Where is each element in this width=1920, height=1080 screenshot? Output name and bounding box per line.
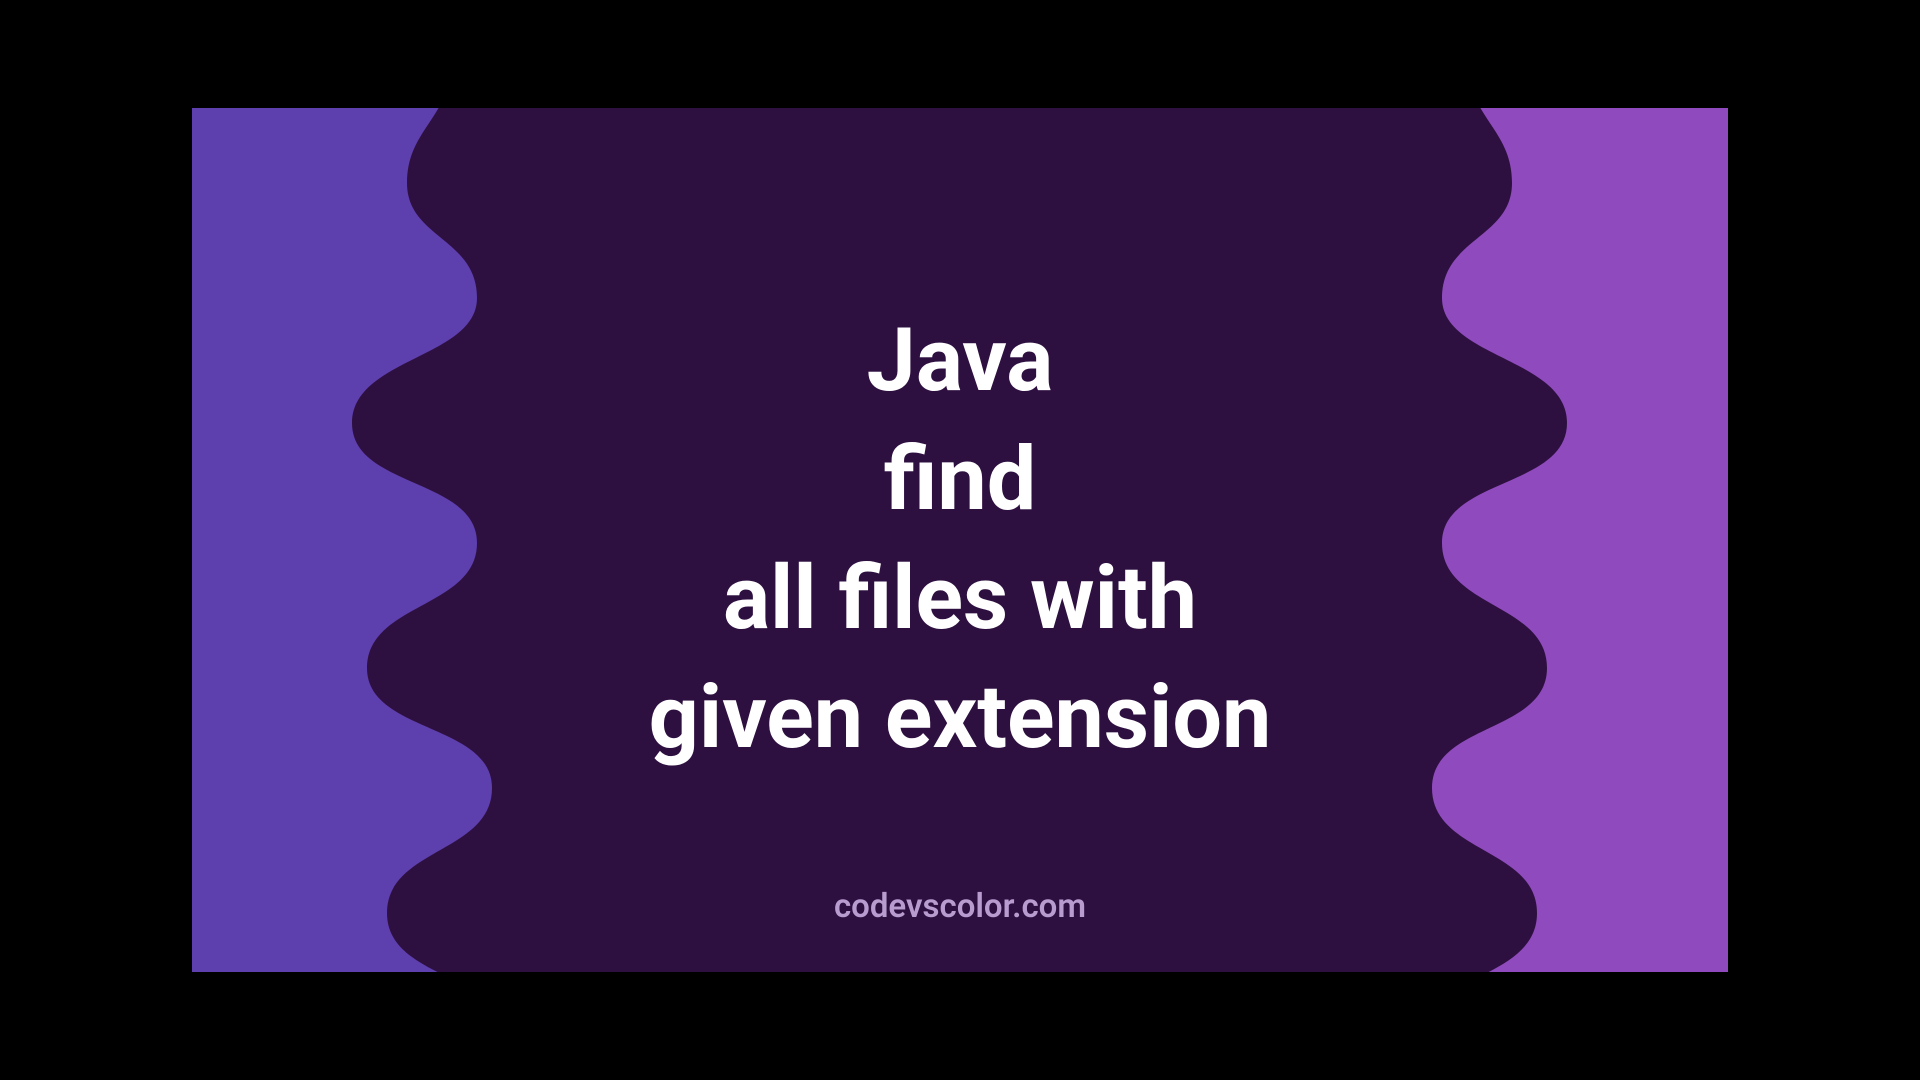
title-line-4: given extension	[649, 659, 1272, 778]
main-title: Java find all files with given extension	[649, 302, 1272, 777]
attribution-text: codevscolor.com	[192, 887, 1728, 926]
title-line-1: Java	[649, 302, 1272, 421]
graphic-card: Java find all files with given extension…	[192, 108, 1728, 972]
content-area: Java find all files with given extension	[192, 108, 1728, 972]
title-line-2: find	[649, 421, 1272, 540]
title-line-3: all files with	[649, 540, 1272, 659]
